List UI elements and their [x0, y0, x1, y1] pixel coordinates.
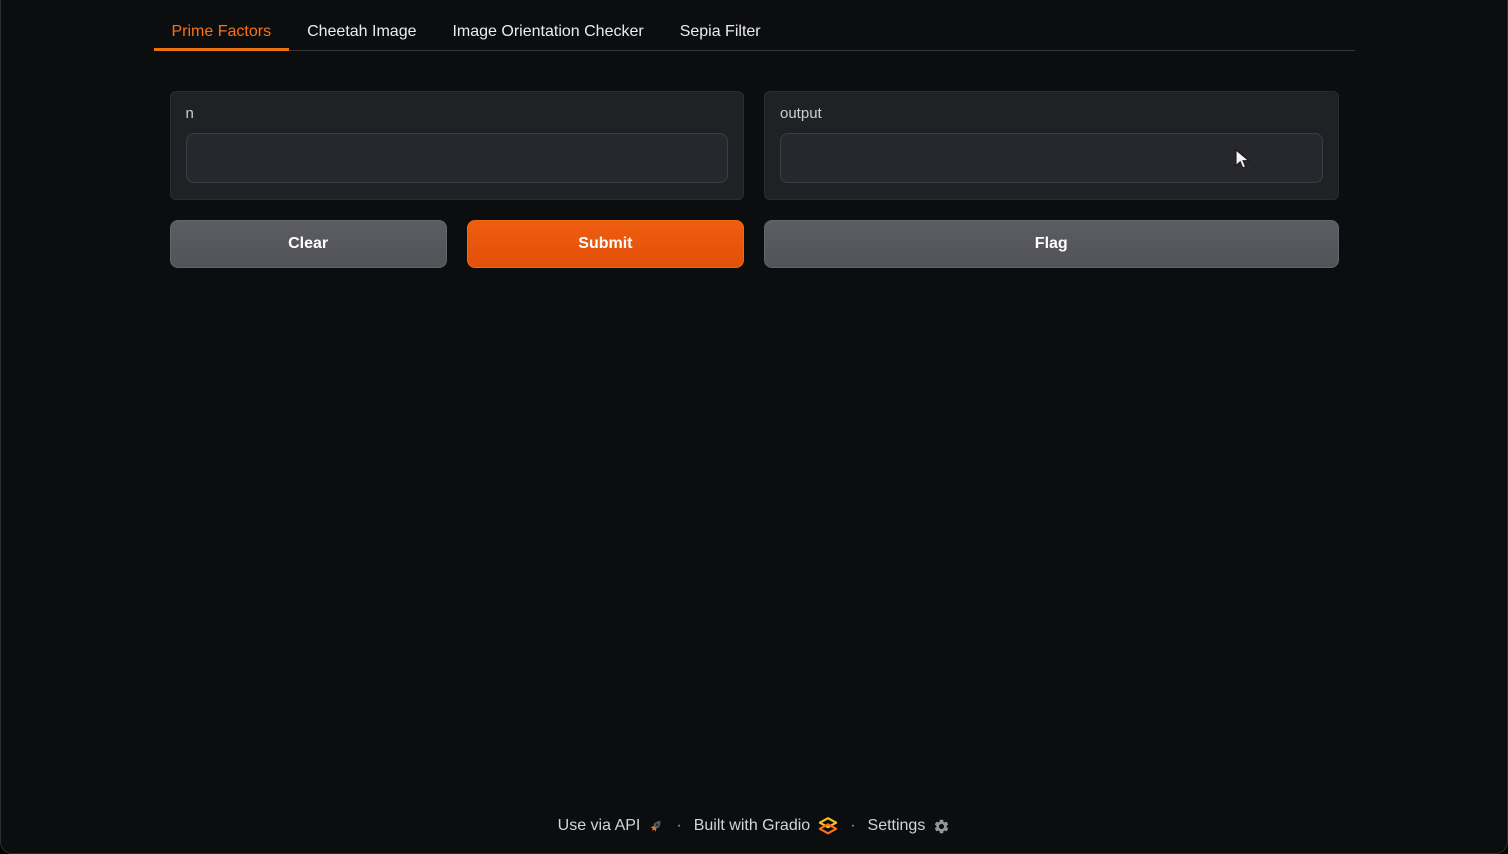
app-window: Prime Factors Cheetah Image Image Orient… [0, 0, 1508, 854]
output-label: output [780, 105, 1323, 122]
gradio-logo-icon [818, 817, 838, 835]
use-via-api-label: Use via API [558, 817, 641, 835]
rocket-icon [648, 818, 664, 834]
tab-cheetah-image[interactable]: Cheetah Image [289, 14, 434, 51]
settings-link[interactable]: Settings [868, 817, 951, 835]
input-column: n Clear Submit [170, 91, 745, 268]
submit-button[interactable]: Submit [467, 220, 744, 268]
n-input[interactable] [186, 133, 729, 183]
output-column: output Flag [764, 91, 1339, 268]
footer-separator: · [848, 817, 857, 835]
tab-sepia-filter[interactable]: Sepia Filter [662, 14, 779, 51]
footer: Use via API · Built with Gradio [1, 817, 1507, 835]
output-panel: output [764, 91, 1339, 200]
footer-separator: · [674, 817, 683, 835]
output-textbox[interactable] [780, 133, 1323, 183]
gear-icon [933, 818, 950, 835]
tab-prime-factors[interactable]: Prime Factors [154, 14, 290, 51]
flag-button[interactable]: Flag [764, 220, 1339, 268]
settings-label: Settings [868, 817, 926, 835]
use-via-api-link[interactable]: Use via API [558, 817, 665, 835]
clear-button[interactable]: Clear [170, 220, 447, 268]
built-with-gradio-link[interactable]: Built with Gradio [694, 817, 839, 835]
tab-image-orientation-checker[interactable]: Image Orientation Checker [434, 14, 661, 51]
input-label: n [186, 105, 729, 122]
tab-panel-prime-factors: n Clear Submit output Flag [154, 51, 1355, 268]
tab-bar: Prime Factors Cheetah Image Image Orient… [154, 14, 1355, 51]
input-panel: n [170, 91, 745, 200]
built-with-gradio-label: Built with Gradio [694, 817, 811, 835]
